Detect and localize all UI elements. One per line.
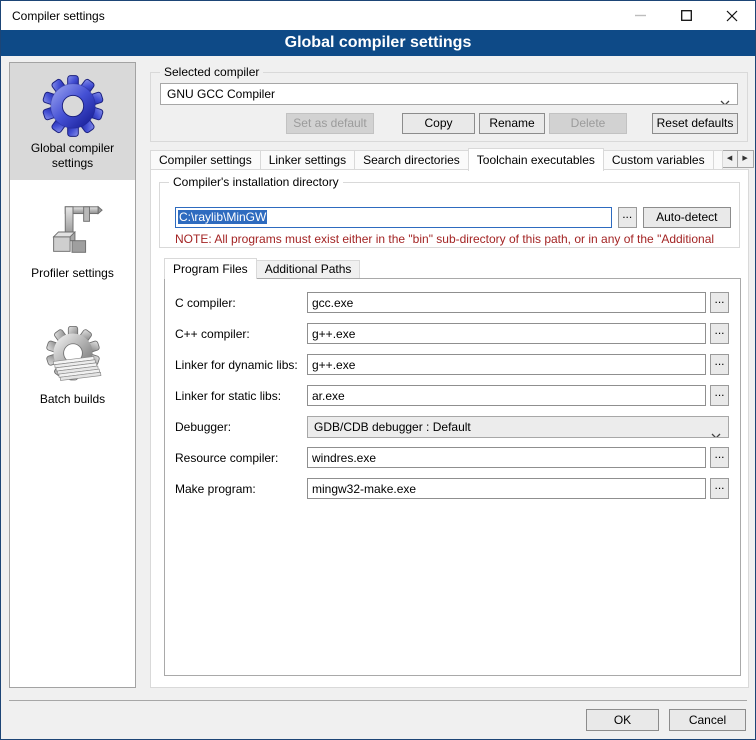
subtab-additional-paths[interactable]: Additional Paths [256, 260, 361, 278]
installation-directory-row: C:\raylib\MinGW ... Auto-detect [175, 207, 731, 228]
close-button[interactable] [709, 1, 755, 30]
cpp-compiler-input[interactable] [307, 323, 706, 344]
chevron-down-icon [711, 425, 721, 438]
dialog-banner: Global compiler settings [1, 30, 755, 56]
selected-compiler-legend: Selected compiler [160, 65, 263, 79]
reset-defaults-button[interactable]: Reset defaults [652, 113, 738, 134]
c-compiler-label: C compiler: [175, 296, 307, 310]
footer-separator [9, 700, 747, 701]
resource-compiler-input[interactable] [307, 447, 706, 468]
static-linker-label: Linker for static libs: [175, 389, 307, 403]
copy-button[interactable]: Copy [402, 113, 475, 134]
compiler-select[interactable]: GNU GCC Compiler [160, 83, 738, 105]
debugger-label: Debugger: [175, 420, 307, 434]
c-compiler-input[interactable] [307, 292, 706, 313]
set-as-default-button: Set as default [286, 113, 374, 134]
arrow-right-icon: ▶ [742, 155, 747, 162]
arrow-left-icon: ◀ [727, 155, 732, 162]
tab-scroll-left-button[interactable]: ◀ [722, 150, 738, 168]
sidebar-item-label: Global compiler settings [13, 141, 132, 171]
minimize-button [617, 1, 663, 30]
make-program-browse-button[interactable]: ... [710, 478, 729, 499]
tab-scroll-right-button[interactable]: ▶ [738, 150, 754, 168]
make-program-label: Make program: [175, 482, 307, 496]
resource-compiler-row: Resource compiler: ... [175, 447, 729, 468]
cancel-button[interactable]: Cancel [669, 709, 746, 731]
gray-gear-icon [42, 326, 104, 388]
toolchain-executables-page: Compiler's installation directory C:\ray… [150, 169, 749, 688]
static-linker-browse-button[interactable]: ... [710, 385, 729, 406]
blue-gear-icon [42, 75, 104, 137]
minimize-icon [635, 10, 646, 21]
installation-directory-input[interactable]: C:\raylib\MinGW [175, 207, 612, 228]
settings-tabstrip: Compiler settings Linker settings Search… [150, 147, 749, 170]
rename-button[interactable]: Rename [479, 113, 545, 134]
dialog-body: Global compiler settings [1, 56, 755, 739]
titlebar: Compiler settings [1, 1, 755, 30]
bin-subdirectory-note: NOTE: All programs must exist either in … [175, 232, 735, 246]
selected-path-text: C:\raylib\MinGW [178, 210, 267, 224]
maximize-icon [681, 10, 692, 21]
c-compiler-browse-button[interactable]: ... [710, 292, 729, 313]
chevron-down-icon [720, 92, 730, 105]
debugger-row: Debugger: GDB/CDB debugger : Default [175, 416, 729, 437]
sidebar-item-label: Profiler settings [13, 266, 132, 281]
make-program-input[interactable] [307, 478, 706, 499]
tab-scroll-controls: ◀ ▶ [722, 150, 754, 168]
selected-compiler-group: Selected compiler GNU GCC Compiler Set a… [150, 72, 748, 142]
dynamic-linker-row: Linker for dynamic libs: ... [175, 354, 729, 375]
maximize-button[interactable] [663, 1, 709, 30]
tab-linker-settings[interactable]: Linker settings [260, 150, 355, 170]
dynamic-linker-label: Linker for dynamic libs: [175, 358, 307, 372]
static-linker-row: Linker for static libs: ... [175, 385, 729, 406]
resource-compiler-browse-button[interactable]: ... [710, 447, 729, 468]
tab-toolchain-executables[interactable]: Toolchain executables [468, 148, 604, 171]
compiler-settings-dialog: Compiler settings Global compiler settin… [0, 0, 756, 740]
browse-directory-button[interactable]: ... [618, 207, 637, 228]
programs-subtabstrip: Program Files Additional Paths [164, 258, 359, 278]
tab-build-options[interactable]: Build [713, 150, 723, 170]
dynamic-linker-input[interactable] [307, 354, 706, 375]
tab-search-directories[interactable]: Search directories [354, 150, 469, 170]
caliper-icon [42, 200, 104, 262]
close-icon [726, 10, 738, 22]
static-linker-input[interactable] [307, 385, 706, 406]
sidebar-item-label: Batch builds [13, 392, 132, 407]
cpp-compiler-browse-button[interactable]: ... [710, 323, 729, 344]
sidebar-item-batch-builds[interactable]: Batch builds [10, 314, 135, 416]
program-files-panel: C compiler: ... C++ compiler: ... Linker… [164, 278, 741, 676]
main-panel: Selected compiler GNU GCC Compiler Set a… [149, 56, 749, 739]
debugger-select-value: GDB/CDB debugger : Default [314, 420, 471, 434]
installation-directory-group: Compiler's installation directory C:\ray… [159, 182, 740, 248]
subtab-program-files[interactable]: Program Files [164, 258, 257, 279]
cpp-compiler-row: C++ compiler: ... [175, 323, 729, 344]
tab-compiler-settings[interactable]: Compiler settings [150, 150, 261, 170]
auto-detect-button[interactable]: Auto-detect [643, 207, 731, 228]
cpp-compiler-label: C++ compiler: [175, 327, 307, 341]
window-title: Compiler settings [1, 9, 105, 23]
dynamic-linker-browse-button[interactable]: ... [710, 354, 729, 375]
c-compiler-row: C compiler: ... [175, 292, 729, 313]
ok-button[interactable]: OK [586, 709, 659, 731]
sidebar-item-global-compiler-settings[interactable]: Global compiler settings [10, 63, 135, 180]
debugger-select[interactable]: GDB/CDB debugger : Default [307, 416, 729, 438]
installation-directory-legend: Compiler's installation directory [169, 175, 343, 189]
delete-button: Delete [549, 113, 627, 134]
make-program-row: Make program: ... [175, 478, 729, 499]
compiler-select-value: GNU GCC Compiler [167, 87, 275, 101]
window-controls [617, 1, 755, 30]
settings-sidebar: Global compiler settings [9, 62, 136, 688]
resource-compiler-label: Resource compiler: [175, 451, 307, 465]
sidebar-item-profiler-settings[interactable]: Profiler settings [10, 188, 135, 290]
tab-custom-variables[interactable]: Custom variables [603, 150, 714, 170]
